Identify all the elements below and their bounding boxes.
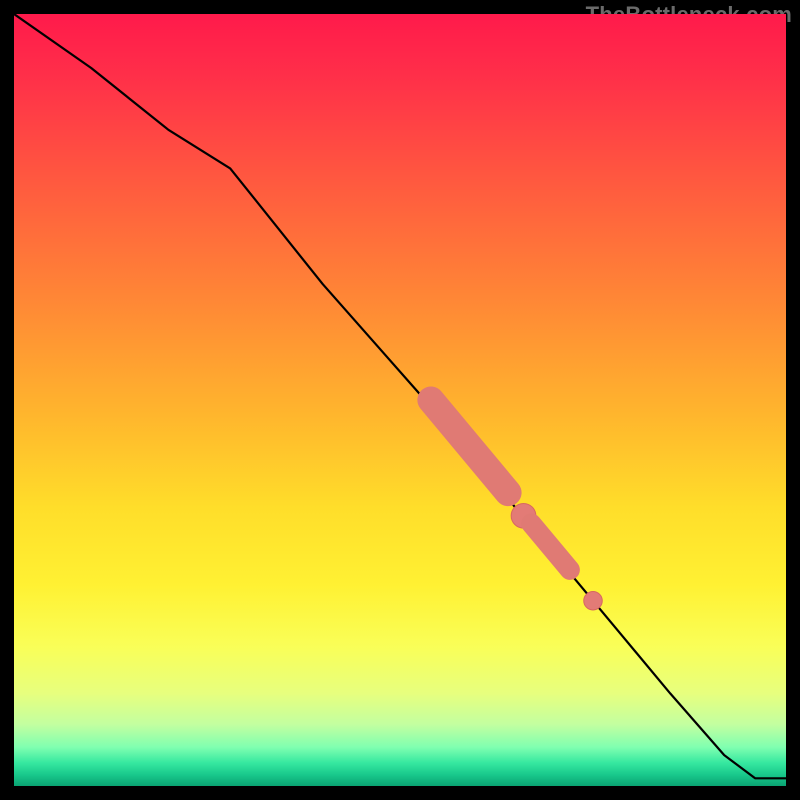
chart-frame: TheBottleneck.com	[0, 0, 800, 800]
highlight-segment-2	[531, 524, 570, 570]
highlight-annotations	[431, 400, 602, 610]
highlight-dot-2	[584, 591, 603, 610]
highlight-segment-1	[431, 400, 508, 493]
chart-overlay	[14, 14, 786, 786]
plot-area	[14, 14, 786, 786]
bottleneck-curve	[14, 14, 786, 778]
